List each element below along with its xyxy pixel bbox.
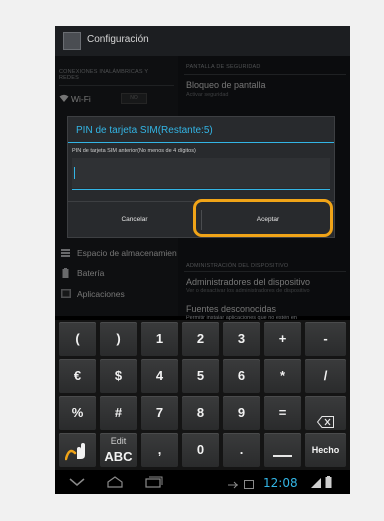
key-hash[interactable]: #	[100, 396, 137, 430]
signal-icon	[311, 477, 323, 491]
key-3[interactable]: 3	[223, 322, 260, 356]
recent-apps-icon[interactable]	[145, 476, 163, 491]
hand-gesture-icon	[64, 440, 89, 474]
app-title: Configuración	[87, 34, 149, 45]
key-minus[interactable]: -	[305, 322, 346, 356]
backspace-key[interactable]	[305, 396, 346, 430]
key-percent[interactable]: %	[59, 396, 96, 430]
tablet-screen: Configuración CONEXIONES INALÁMBRICAS Y …	[55, 26, 350, 494]
space-icon	[273, 455, 292, 457]
edit-label: Edit	[110, 436, 127, 446]
numeric-keyboard: ( ) 1 2 3 + - € $ 4 5 6 * / % # 7 8 9 =	[55, 320, 350, 470]
back-icon[interactable]	[69, 476, 85, 490]
key-plus[interactable]: +	[264, 322, 301, 356]
space-key[interactable]	[264, 433, 301, 467]
key-euro[interactable]: €	[59, 359, 96, 393]
home-icon[interactable]	[107, 476, 123, 491]
usb-icon	[228, 478, 238, 492]
key-8[interactable]: 8	[182, 396, 219, 430]
battery-status-icon	[325, 476, 332, 491]
gesture-key[interactable]	[59, 433, 96, 467]
pin-field-label: PIN de tarjeta SIM anterior(No menos de …	[72, 148, 196, 154]
system-nav-bar: 12:08	[55, 472, 350, 494]
clock: 12:08	[263, 476, 298, 490]
text-cursor	[74, 167, 75, 179]
key-1[interactable]: 1	[141, 322, 178, 356]
key-6[interactable]: 6	[223, 359, 260, 393]
dialog-title-divider	[68, 142, 334, 143]
action-bar: Configuración	[55, 26, 350, 56]
cancel-button[interactable]: Cancelar	[68, 202, 201, 238]
key-open-paren[interactable]: (	[59, 322, 96, 356]
key-asterisk[interactable]: *	[264, 359, 301, 393]
key-dollar[interactable]: $	[100, 359, 137, 393]
key-slash[interactable]: /	[305, 359, 346, 393]
key-7[interactable]: 7	[141, 396, 178, 430]
key-5[interactable]: 5	[182, 359, 219, 393]
abc-label: ABC	[104, 449, 133, 464]
settings-app-icon[interactable]	[63, 32, 81, 50]
edit-abc-key[interactable]: Edit ABC	[100, 433, 137, 467]
key-comma[interactable]: ,	[141, 433, 178, 467]
key-2[interactable]: 2	[182, 322, 219, 356]
done-button[interactable]: Hecho	[305, 433, 346, 467]
key-equals[interactable]: =	[264, 396, 301, 430]
key-close-paren[interactable]: )	[100, 322, 137, 356]
accept-button-highlight	[193, 199, 333, 237]
pin-input[interactable]	[72, 158, 330, 188]
key-4[interactable]: 4	[141, 359, 178, 393]
key-0[interactable]: 0	[182, 433, 219, 467]
screenshot-icon	[244, 478, 254, 492]
dialog-title: PIN de tarjeta SIM(Restante:5)	[76, 125, 213, 136]
key-period[interactable]: .	[223, 433, 260, 467]
pin-input-underline	[72, 189, 330, 190]
key-9[interactable]: 9	[223, 396, 260, 430]
